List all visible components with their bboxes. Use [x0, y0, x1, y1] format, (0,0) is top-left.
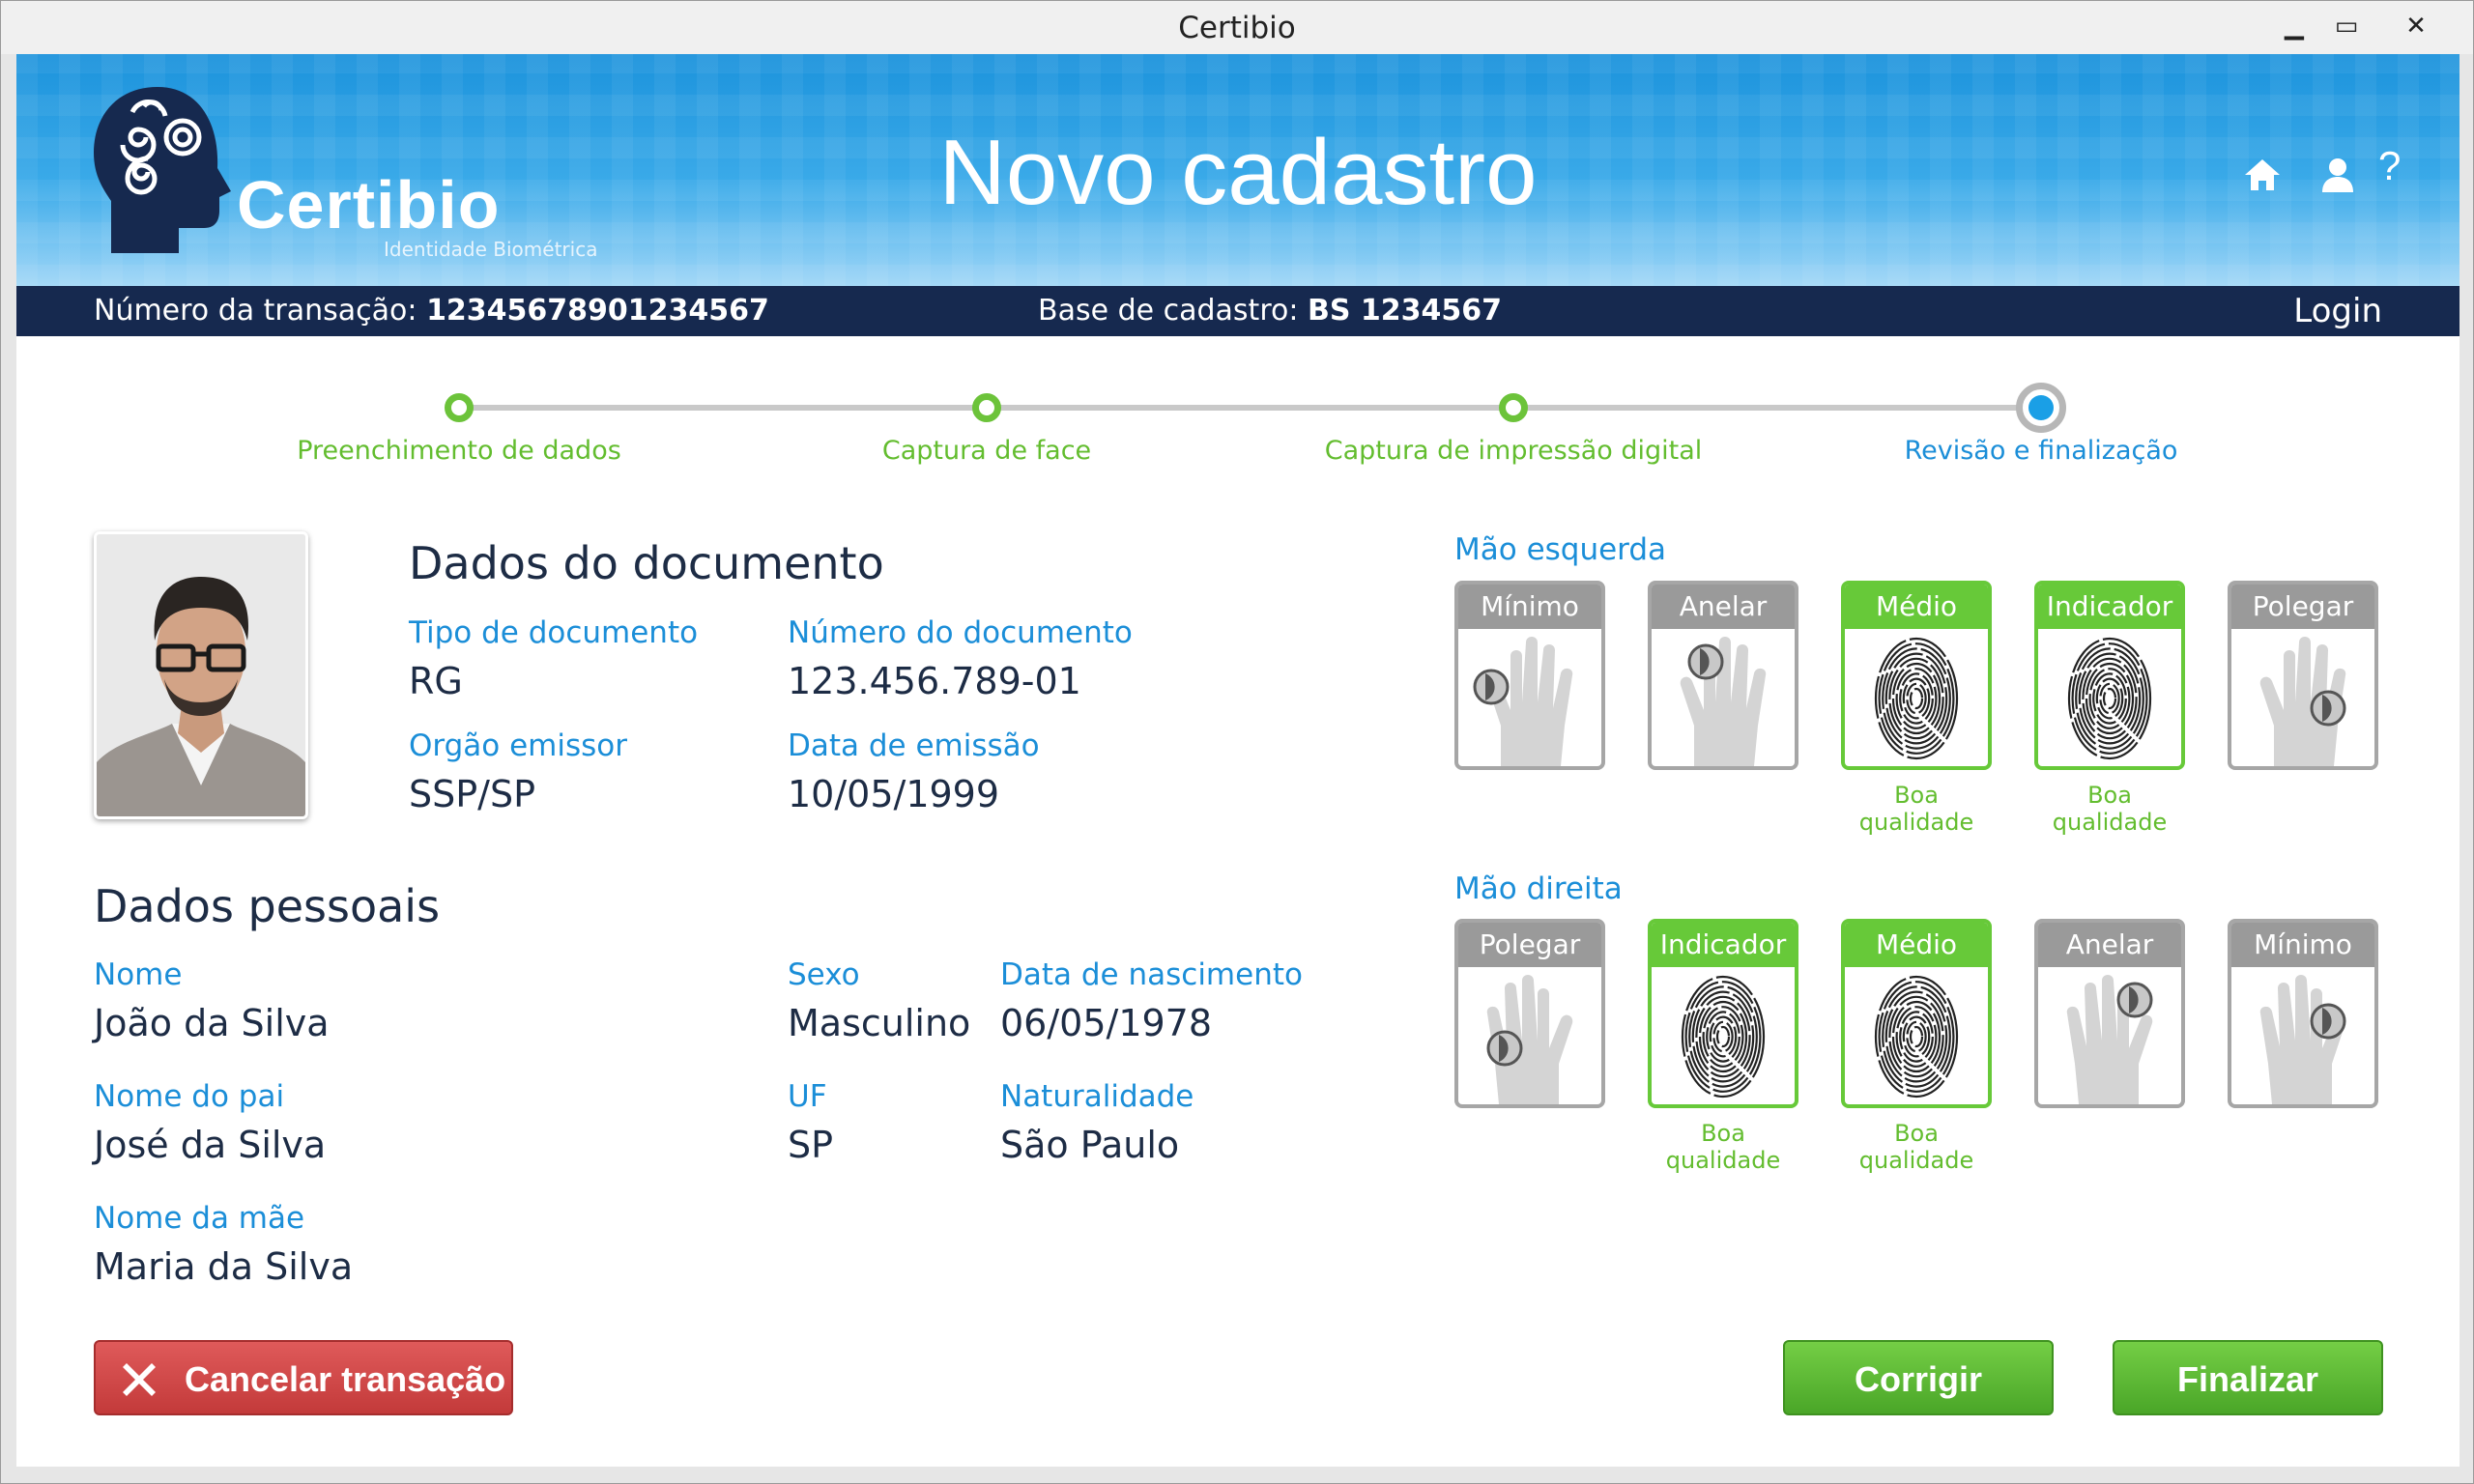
finger-card[interactable]: Médio: [1841, 581, 1992, 770]
finger-card[interactable]: Anelar: [1648, 581, 1798, 770]
step-1-dot: [445, 393, 474, 422]
name-label: Nome: [94, 957, 183, 992]
fingerprint-icon: [2067, 637, 2152, 760]
birthplace-label: Naturalidade: [1000, 1079, 1194, 1114]
login-link[interactable]: Login: [2293, 292, 2382, 330]
base-label: Base de cadastro:: [1038, 294, 1299, 328]
header-banner: Certibio Identidade Biométrica Novo cada…: [16, 54, 2460, 286]
window-title: Certibio: [1178, 11, 1296, 45]
transaction-value: 12345678901234567: [426, 294, 769, 328]
fingerprint-icon: [1681, 975, 1766, 1099]
mother-name-value: Maria da Silva: [94, 1245, 354, 1288]
father-name-value: José da Silva: [94, 1124, 327, 1166]
app-content: Certibio Identidade Biométrica Novo cada…: [16, 54, 2460, 1467]
father-name-label: Nome do pai: [94, 1079, 285, 1114]
name-value: João da Silva: [94, 1002, 330, 1044]
finger-label: Polegar: [2231, 585, 2374, 629]
document-number-value: 123.456.789-01: [788, 660, 1081, 702]
fingerprint-icon: [1874, 975, 1959, 1099]
finger-label: Médio: [1845, 923, 1988, 967]
fingerprint-icon: [1874, 637, 1959, 760]
mother-name-label: Nome da mãe: [94, 1201, 305, 1236]
document-heading: Dados do documento: [409, 537, 884, 589]
brand-subtitle: Identidade Biométrica: [384, 238, 598, 261]
stepper-track: [459, 405, 2044, 411]
quality-label: Boa qualidade: [2052, 782, 2168, 836]
finger-card[interactable]: Mínimo: [2228, 919, 2378, 1108]
step-2-dot: [972, 393, 1001, 422]
finger-card[interactable]: Indicador: [2034, 581, 2185, 770]
finger-label: Anelar: [1652, 585, 1795, 629]
hand-icon: [2259, 975, 2346, 1104]
transaction-label: Número da transação:: [94, 294, 417, 328]
quality-label: Boa qualidade: [1858, 1120, 1974, 1174]
issue-date-value: 10/05/1999: [788, 773, 1000, 815]
left-hand-title: Mão esquerda: [1454, 532, 1667, 567]
base-value: BS 1234567: [1308, 294, 1503, 328]
right-hand-title: Mão direita: [1454, 871, 1623, 906]
finger-card[interactable]: Médio: [1841, 919, 1992, 1108]
step-2-label: Captura de face: [881, 436, 1092, 466]
finish-button[interactable]: Finalizar: [2113, 1340, 2383, 1415]
uf-value: SP: [788, 1124, 834, 1166]
app-window: Certibio ▁ ▭ ✕ Certibio Identidade Biomé…: [0, 0, 2474, 1484]
document-type-value: RG: [409, 660, 463, 702]
step-3-dot: [1499, 393, 1528, 422]
quality-label: Boa qualidade: [1858, 782, 1974, 836]
issuer-label: Orgão emissor: [409, 728, 627, 763]
finger-label: Indicador: [1652, 923, 1795, 967]
finger-label: Anelar: [2038, 923, 2181, 967]
issuer-value: SSP/SP: [409, 773, 535, 815]
title-bar: Certibio ▁ ▭ ✕: [1, 1, 2473, 54]
finger-card[interactable]: Mínimo: [1454, 581, 1605, 770]
issue-date-label: Data de emissão: [788, 728, 1040, 763]
close-button[interactable]: ✕: [2390, 7, 2442, 45]
birth-date-label: Data de nascimento: [1000, 957, 1303, 992]
hand-icon: [1680, 637, 1767, 766]
minimize-button[interactable]: ▁: [2268, 7, 2320, 45]
personal-heading: Dados pessoais: [94, 880, 441, 932]
registration-base: Base de cadastro: BS 1234567: [1038, 294, 1502, 328]
finger-card[interactable]: Polegar: [1454, 919, 1605, 1108]
page-title: Novo cadastro: [938, 121, 1538, 224]
sex-label: Sexo: [788, 957, 860, 992]
user-icon[interactable]: [2320, 151, 2355, 199]
finger-label: Mínimo: [2231, 923, 2374, 967]
hand-icon: [2066, 975, 2153, 1104]
finger-card[interactable]: Polegar: [2228, 581, 2378, 770]
cancel-transaction-label: Cancelar transação: [185, 1359, 506, 1399]
finger-label: Indicador: [2038, 585, 2181, 629]
face-photo: [94, 531, 308, 819]
uf-label: UF: [788, 1079, 827, 1114]
quality-label: Boa qualidade: [1665, 1120, 1781, 1174]
step-1-label: Preenchimento de dados: [297, 436, 621, 466]
transaction-number: Número da transação: 12345678901234567: [94, 294, 769, 328]
finger-card[interactable]: Anelar: [2034, 919, 2185, 1108]
sex-value: Masculino: [788, 1002, 971, 1044]
hand-icon: [1473, 637, 1573, 766]
close-icon: [123, 1363, 156, 1396]
hand-icon: [2259, 637, 2346, 766]
help-icon[interactable]: ?: [2378, 143, 2401, 191]
finger-label: Mínimo: [1458, 585, 1601, 629]
finger-card[interactable]: Indicador: [1648, 919, 1798, 1108]
document-number-label: Número do documento: [788, 615, 1133, 650]
birthplace-value: São Paulo: [1000, 1124, 1180, 1166]
document-type-label: Tipo de documento: [409, 615, 699, 650]
step-4-label: Revisão e finalização: [1904, 436, 2178, 466]
hand-icon: [1486, 975, 1573, 1104]
maximize-button[interactable]: ▭: [2320, 7, 2373, 45]
home-icon[interactable]: [2243, 151, 2282, 199]
finger-label: Médio: [1845, 585, 1988, 629]
cancel-transaction-button[interactable]: Cancelar transação: [94, 1340, 513, 1415]
step-4-dot-current: [2016, 383, 2066, 433]
transaction-info-bar: Número da transação: 12345678901234567 B…: [16, 286, 2460, 336]
correct-button[interactable]: Corrigir: [1783, 1340, 2054, 1415]
step-3-label: Captura de impressão digital: [1324, 436, 1703, 466]
birth-date-value: 06/05/1978: [1000, 1002, 1213, 1044]
finger-label: Polegar: [1458, 923, 1601, 967]
